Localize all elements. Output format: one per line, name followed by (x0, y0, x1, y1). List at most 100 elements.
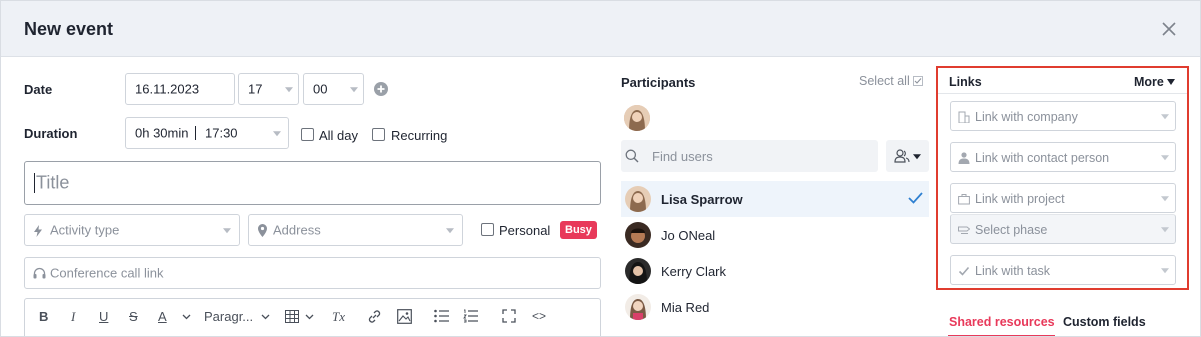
headset-icon (33, 267, 46, 279)
image-icon[interactable] (397, 309, 412, 324)
chevron-down-icon (913, 154, 921, 160)
participant-row[interactable]: Mia Red (621, 289, 929, 325)
italic-button[interactable]: I (71, 309, 75, 325)
date-value: 16.11.2023 (135, 81, 200, 97)
person-photo-icon (624, 105, 650, 131)
select-phase-select[interactable]: Select phase (950, 214, 1176, 244)
minute-value: 00 (313, 81, 328, 97)
add-time-icon[interactable] (373, 81, 389, 97)
person-photo-icon (625, 294, 651, 320)
table-icon[interactable] (285, 310, 299, 323)
link-contact-placeholder: Link with contact person (975, 151, 1110, 165)
location-pin-icon (258, 224, 267, 237)
chevron-down-icon (1161, 227, 1169, 233)
bold-button[interactable]: B (39, 309, 48, 324)
select-all-link[interactable]: Select all (859, 74, 924, 88)
avatar (625, 258, 651, 284)
chevron-down-icon[interactable] (261, 314, 270, 320)
more-label: More (1134, 75, 1164, 89)
more-dropdown[interactable]: More (1134, 75, 1176, 89)
busy-badge[interactable]: Busy (560, 221, 597, 239)
link-contact-select[interactable]: Link with contact person (950, 142, 1176, 172)
underline-button[interactable]: U (99, 309, 108, 324)
recurring-checkbox[interactable] (372, 128, 385, 141)
participant-row[interactable]: Jo ONeal (621, 217, 929, 253)
text-color-button[interactable]: A (158, 309, 167, 324)
chevron-down-icon (446, 228, 454, 234)
chevron-down-icon[interactable] (182, 314, 191, 320)
strikethrough-button[interactable]: S (129, 309, 138, 324)
link-task-select[interactable]: Link with task (950, 255, 1176, 285)
link-company-placeholder: Link with company (975, 110, 1078, 124)
close-icon[interactable] (1160, 20, 1178, 38)
duration-select[interactable]: 0h 30min 17:30 (125, 117, 289, 149)
date-input[interactable]: 16.11.2023 (125, 73, 235, 105)
users-icon (894, 149, 910, 163)
allday-checkbox[interactable] (301, 128, 314, 141)
bullet-list-icon[interactable] (434, 309, 449, 323)
link-task-placeholder: Link with task (975, 264, 1051, 278)
link-company-select[interactable]: Link with company (950, 101, 1176, 131)
tab-shared-resources[interactable]: Shared resources (949, 315, 1055, 329)
chevron-down-icon (273, 131, 281, 137)
divider (938, 93, 1187, 94)
lightning-icon (34, 225, 42, 237)
person-photo-icon (625, 222, 651, 248)
conference-placeholder: Conference call link (50, 265, 164, 281)
check-icon (958, 266, 970, 276)
find-users-input[interactable]: Find users (621, 140, 878, 172)
clear-format-button[interactable]: Tx (332, 309, 345, 325)
hour-select[interactable]: 17 (238, 73, 299, 105)
chevron-down-icon (285, 87, 293, 93)
conference-link-input[interactable]: Conference call link (24, 257, 601, 289)
search-icon (625, 149, 639, 163)
links-title: Links (949, 75, 982, 89)
code-view-button[interactable]: <> (532, 309, 546, 323)
personal-checkbox[interactable] (481, 223, 494, 236)
title-placeholder: Title (36, 172, 70, 193)
tab-custom-fields[interactable]: Custom fields (1063, 315, 1146, 329)
duration-label: Duration (24, 126, 78, 141)
chevron-down-icon (1161, 155, 1169, 161)
avatar (625, 186, 651, 212)
duration-divider (195, 126, 196, 140)
chevron-down-icon (1161, 114, 1169, 120)
participants-title: Participants (621, 75, 696, 90)
avatar (624, 105, 650, 131)
activity-type-select[interactable]: Activity type (24, 214, 240, 246)
user-groups-dropdown[interactable] (886, 140, 929, 172)
address-input[interactable]: Address (248, 214, 463, 246)
chevron-down-icon[interactable] (305, 314, 314, 320)
participant-row[interactable]: Kerry Clark (621, 253, 929, 289)
dialog-header: New event (1, 1, 1200, 57)
chevron-down-icon (223, 228, 231, 234)
text-cursor (34, 173, 35, 193)
participant-name: Kerry Clark (661, 264, 727, 279)
link-icon[interactable] (367, 309, 382, 324)
minute-select[interactable]: 00 (303, 73, 364, 105)
avatar (625, 294, 651, 320)
paragraph-select[interactable]: Paragr... (204, 309, 253, 324)
participant-row[interactable]: Lisa Sparrow (621, 181, 929, 217)
participant-name: Mia Red (661, 300, 710, 315)
briefcase-icon (958, 194, 970, 205)
find-users-placeholder: Find users (652, 149, 713, 164)
personal-label: Personal (499, 223, 551, 238)
chevron-down-icon (1161, 268, 1169, 274)
person-photo-icon (625, 258, 651, 284)
duration-end: 17:30 (205, 125, 238, 141)
recurring-label: Recurring (391, 128, 448, 143)
title-input[interactable]: Title (24, 161, 601, 205)
dialog-title: New event (24, 19, 114, 39)
link-project-placeholder: Link with project (975, 192, 1065, 206)
numbered-list-icon[interactable] (463, 309, 478, 323)
chevron-down-icon (1161, 196, 1169, 202)
activity-placeholder: Activity type (50, 222, 120, 238)
link-project-select[interactable]: Link with project (950, 183, 1176, 213)
phase-icon (958, 226, 970, 234)
select-all-label: Select all (859, 74, 910, 88)
person-icon (958, 152, 970, 164)
fullscreen-icon[interactable] (502, 309, 516, 323)
chevron-down-icon (1167, 79, 1176, 85)
hour-value: 17 (248, 81, 263, 97)
